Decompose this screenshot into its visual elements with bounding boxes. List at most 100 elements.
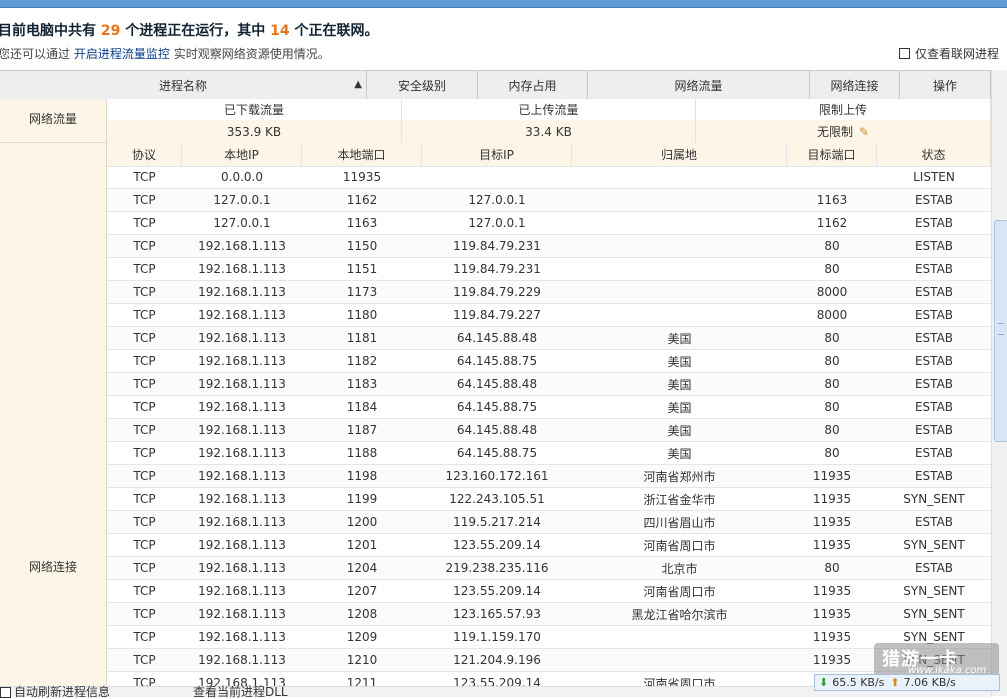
connection-row[interactable]: TCP 192.168.1.113 1183 64.145.88.48 美国 80 ESTA…	[107, 373, 991, 396]
cell-local-ip: 192.168.1.113	[198, 630, 286, 644]
cell-state: ESTAB	[914, 193, 954, 207]
connection-row[interactable]: TCP192.168.1.1131210121.204.9.19611935SY…	[107, 649, 991, 672]
column-connections-label: 网络连接	[830, 78, 879, 93]
cell-local-port: 1198	[346, 469, 378, 483]
view-dll-link[interactable]: 查看当前进程DLL	[193, 686, 288, 698]
connection-row[interactable]: TCP 192.168.1.113 1150 119.84.79.231 80 ESTAB	[107, 235, 991, 258]
connection-row[interactable]: TCP 192.168.1.113 1173 119.84.79.229 8000 EST…	[107, 281, 991, 304]
cell-remote-ip: 64.145.88.75	[456, 354, 538, 368]
cell-local-port: 1180	[346, 308, 378, 322]
column-connections[interactable]: 网络连接	[810, 71, 900, 99]
cell-location: 美国	[667, 446, 692, 461]
column-traffic[interactable]: 网络流量	[588, 71, 810, 99]
cell-state: ESTAB	[914, 308, 954, 322]
column-action[interactable]: 操作	[900, 71, 991, 99]
auto-refresh-label[interactable]: 自动刷新进程信息	[14, 686, 110, 698]
connection-row[interactable]: TCP 127.0.0.1 1162 127.0.0.1 1163 ESTAB	[107, 189, 991, 212]
connection-row[interactable]: TCP 192.168.1.113 1180 119.84.79.227 8000 EST…	[107, 304, 991, 327]
cell-protocol: TCP	[133, 423, 156, 437]
scrollbar-thumb[interactable]	[994, 220, 1007, 442]
cell-remote-port: 80	[824, 262, 840, 276]
cell-remote-ip: 123.55.209.14	[453, 538, 541, 552]
cell-location: 四川省眉山市	[643, 515, 716, 530]
connection-row[interactable]: TCP 0.0.0.0 11935 LISTEN	[107, 166, 991, 189]
cell-protocol: TCP	[133, 354, 156, 368]
connection-row[interactable]: TCP 192.168.1.113 1184 64.145.88.75 美国 80 ESTA…	[107, 396, 991, 419]
connection-row[interactable]: TCP 192.168.1.113 1198 123.160.172.161 河南省郑州…	[107, 465, 991, 488]
column-memory[interactable]: 内存占用	[478, 71, 588, 99]
cell-remote-port: 80	[824, 239, 840, 253]
cell-remote-ip: 64.145.88.48	[456, 377, 538, 391]
connection-row[interactable]: TCP 192.168.1.113 1181 64.145.88.48 美国 80 ESTA…	[107, 327, 991, 350]
connection-row[interactable]: TCP 192.168.1.113 1199 122.243.105.51 浙江省金华市…	[107, 488, 991, 511]
cell-protocol: TCP	[133, 193, 156, 207]
cell-local-port: 1182	[346, 354, 378, 368]
cell-remote-port: 11935	[812, 492, 852, 506]
cell-remote-ip: 122.243.105.51	[449, 492, 545, 506]
cell-local-port: 1150	[346, 239, 378, 253]
connection-row[interactable]: TCP 192.168.1.113 1200 119.5.217.214 四川省眉山市 1…	[107, 511, 991, 534]
cell-local-port: 1181	[346, 331, 378, 345]
cell-remote-ip: 119.5.217.214	[453, 515, 541, 529]
connection-row[interactable]: TCP 192.168.1.113 1187 64.145.88.48 美国 80 ESTA…	[107, 419, 991, 442]
cell-local-ip: 192.168.1.113	[198, 239, 286, 253]
vertical-scrollbar[interactable]	[991, 70, 1007, 696]
headline-text: 目前电脑中共有	[0, 23, 96, 39]
cell-remote-port: 8000	[816, 308, 848, 322]
header-protocol: 协议	[107, 143, 182, 166]
connections-section-label: 网络连接	[28, 560, 77, 574]
cell-state: ESTAB	[914, 515, 954, 529]
connection-row[interactable]: TCP 192.168.1.113 1209 119.1.159.170 11935 SY…	[107, 626, 991, 649]
connection-row[interactable]: TCP 192.168.1.113 1207 123.55.209.14 河南省周口市 1…	[107, 580, 991, 603]
cell-location	[572, 649, 787, 671]
network-speed-widget: ⬇ 65.5 KB/s ⬆ 7.06 KB/s	[814, 674, 1000, 691]
cell-state: ESTAB	[914, 400, 954, 414]
cell-local-ip: 192.168.1.113	[198, 515, 286, 529]
connection-row[interactable]: TCP 192.168.1.113 1151 119.84.79.231 80 ESTAB	[107, 258, 991, 281]
process-table-header: 进程名称 ▲ 安全级别 内存占用 网络流量 网络连接 操作	[0, 70, 991, 100]
cell-remote-ip: 121.204.9.196	[453, 653, 541, 667]
header-state: 状态	[877, 143, 991, 166]
cell-remote-port: 80	[824, 446, 840, 460]
connection-row[interactable]: TCP 127.0.0.1 1163 127.0.0.1 1162 ESTAB	[107, 212, 991, 235]
connection-row[interactable]: TCP 192.168.1.113 1188 64.145.88.75 美国 80 ESTA…	[107, 442, 991, 465]
only-network-checkbox[interactable]	[898, 48, 910, 59]
process-count: 29	[100, 23, 121, 39]
column-security[interactable]: 安全级别	[367, 71, 478, 99]
cell-local-ip: 192.168.1.113	[198, 308, 286, 322]
enable-traffic-monitor-link[interactable]: 开启进程流量监控	[74, 47, 170, 61]
connection-row[interactable]: TCP 192.168.1.113 1208 123.165.57.93 黑龙江省哈尔滨…	[107, 603, 991, 626]
cell-local-ip: 192.168.1.113	[198, 331, 286, 345]
cell-state: ESTAB	[914, 216, 954, 230]
traffic-header-row: 已下载流量 已上传流量 限制上传	[107, 99, 991, 121]
connection-row[interactable]: TCP 192.168.1.113 1201 123.55.209.14 河南省周口市 1…	[107, 534, 991, 557]
connection-row[interactable]: TCP 192.168.1.113 1182 64.145.88.75 美国 80 ESTA…	[107, 350, 991, 373]
cell-local-port: 1173	[346, 285, 378, 299]
cell-local-ip: 192.168.1.113	[198, 584, 286, 598]
header-location: 归属地	[572, 143, 787, 166]
cell-local-ip: 192.168.1.113	[198, 423, 286, 437]
process-summary-headline: 目前电脑中共有 29 个进程正在运行，其中 14 个正在联网。	[0, 20, 378, 40]
only-network-toggle[interactable]: 仅查看联网进程	[898, 45, 999, 62]
column-process-name[interactable]: 进程名称 ▲	[0, 71, 367, 99]
auto-refresh-checkbox[interactable]	[0, 687, 11, 698]
connection-row[interactable]: TCP 192.168.1.113 1204 219.238.235.116 北京市 80…	[107, 557, 991, 580]
sort-up-icon[interactable]: ▲	[354, 79, 362, 90]
cell-local-ip: 192.168.1.113	[198, 607, 286, 621]
download-arrow-icon: ⬇	[819, 676, 829, 689]
cell-local-port: 1199	[346, 492, 378, 506]
cell-location: 美国	[667, 331, 692, 346]
cell-protocol: TCP	[133, 515, 156, 529]
upload-limit-value: 无限制	[816, 125, 853, 139]
cell-local-port: 1188	[346, 446, 378, 460]
column-action-label: 操作	[932, 78, 957, 93]
cell-state: ESTAB	[914, 423, 954, 437]
upload-limit-label: 限制上传	[696, 99, 991, 120]
edit-pencil-icon[interactable]: ✎	[859, 125, 869, 139]
monitor-hint: 您还可以通过 开启进程流量监控 实时观察网络资源使用情况。	[0, 45, 330, 62]
cell-location: 河南省郑州市	[643, 469, 716, 484]
headline-text: 个进程正在运行，其中	[125, 23, 266, 39]
cell-remote-ip: 119.84.79.231	[453, 262, 541, 276]
cell-remote-port: 1163	[816, 193, 848, 207]
download-traffic-label: 已下载流量	[107, 99, 402, 120]
